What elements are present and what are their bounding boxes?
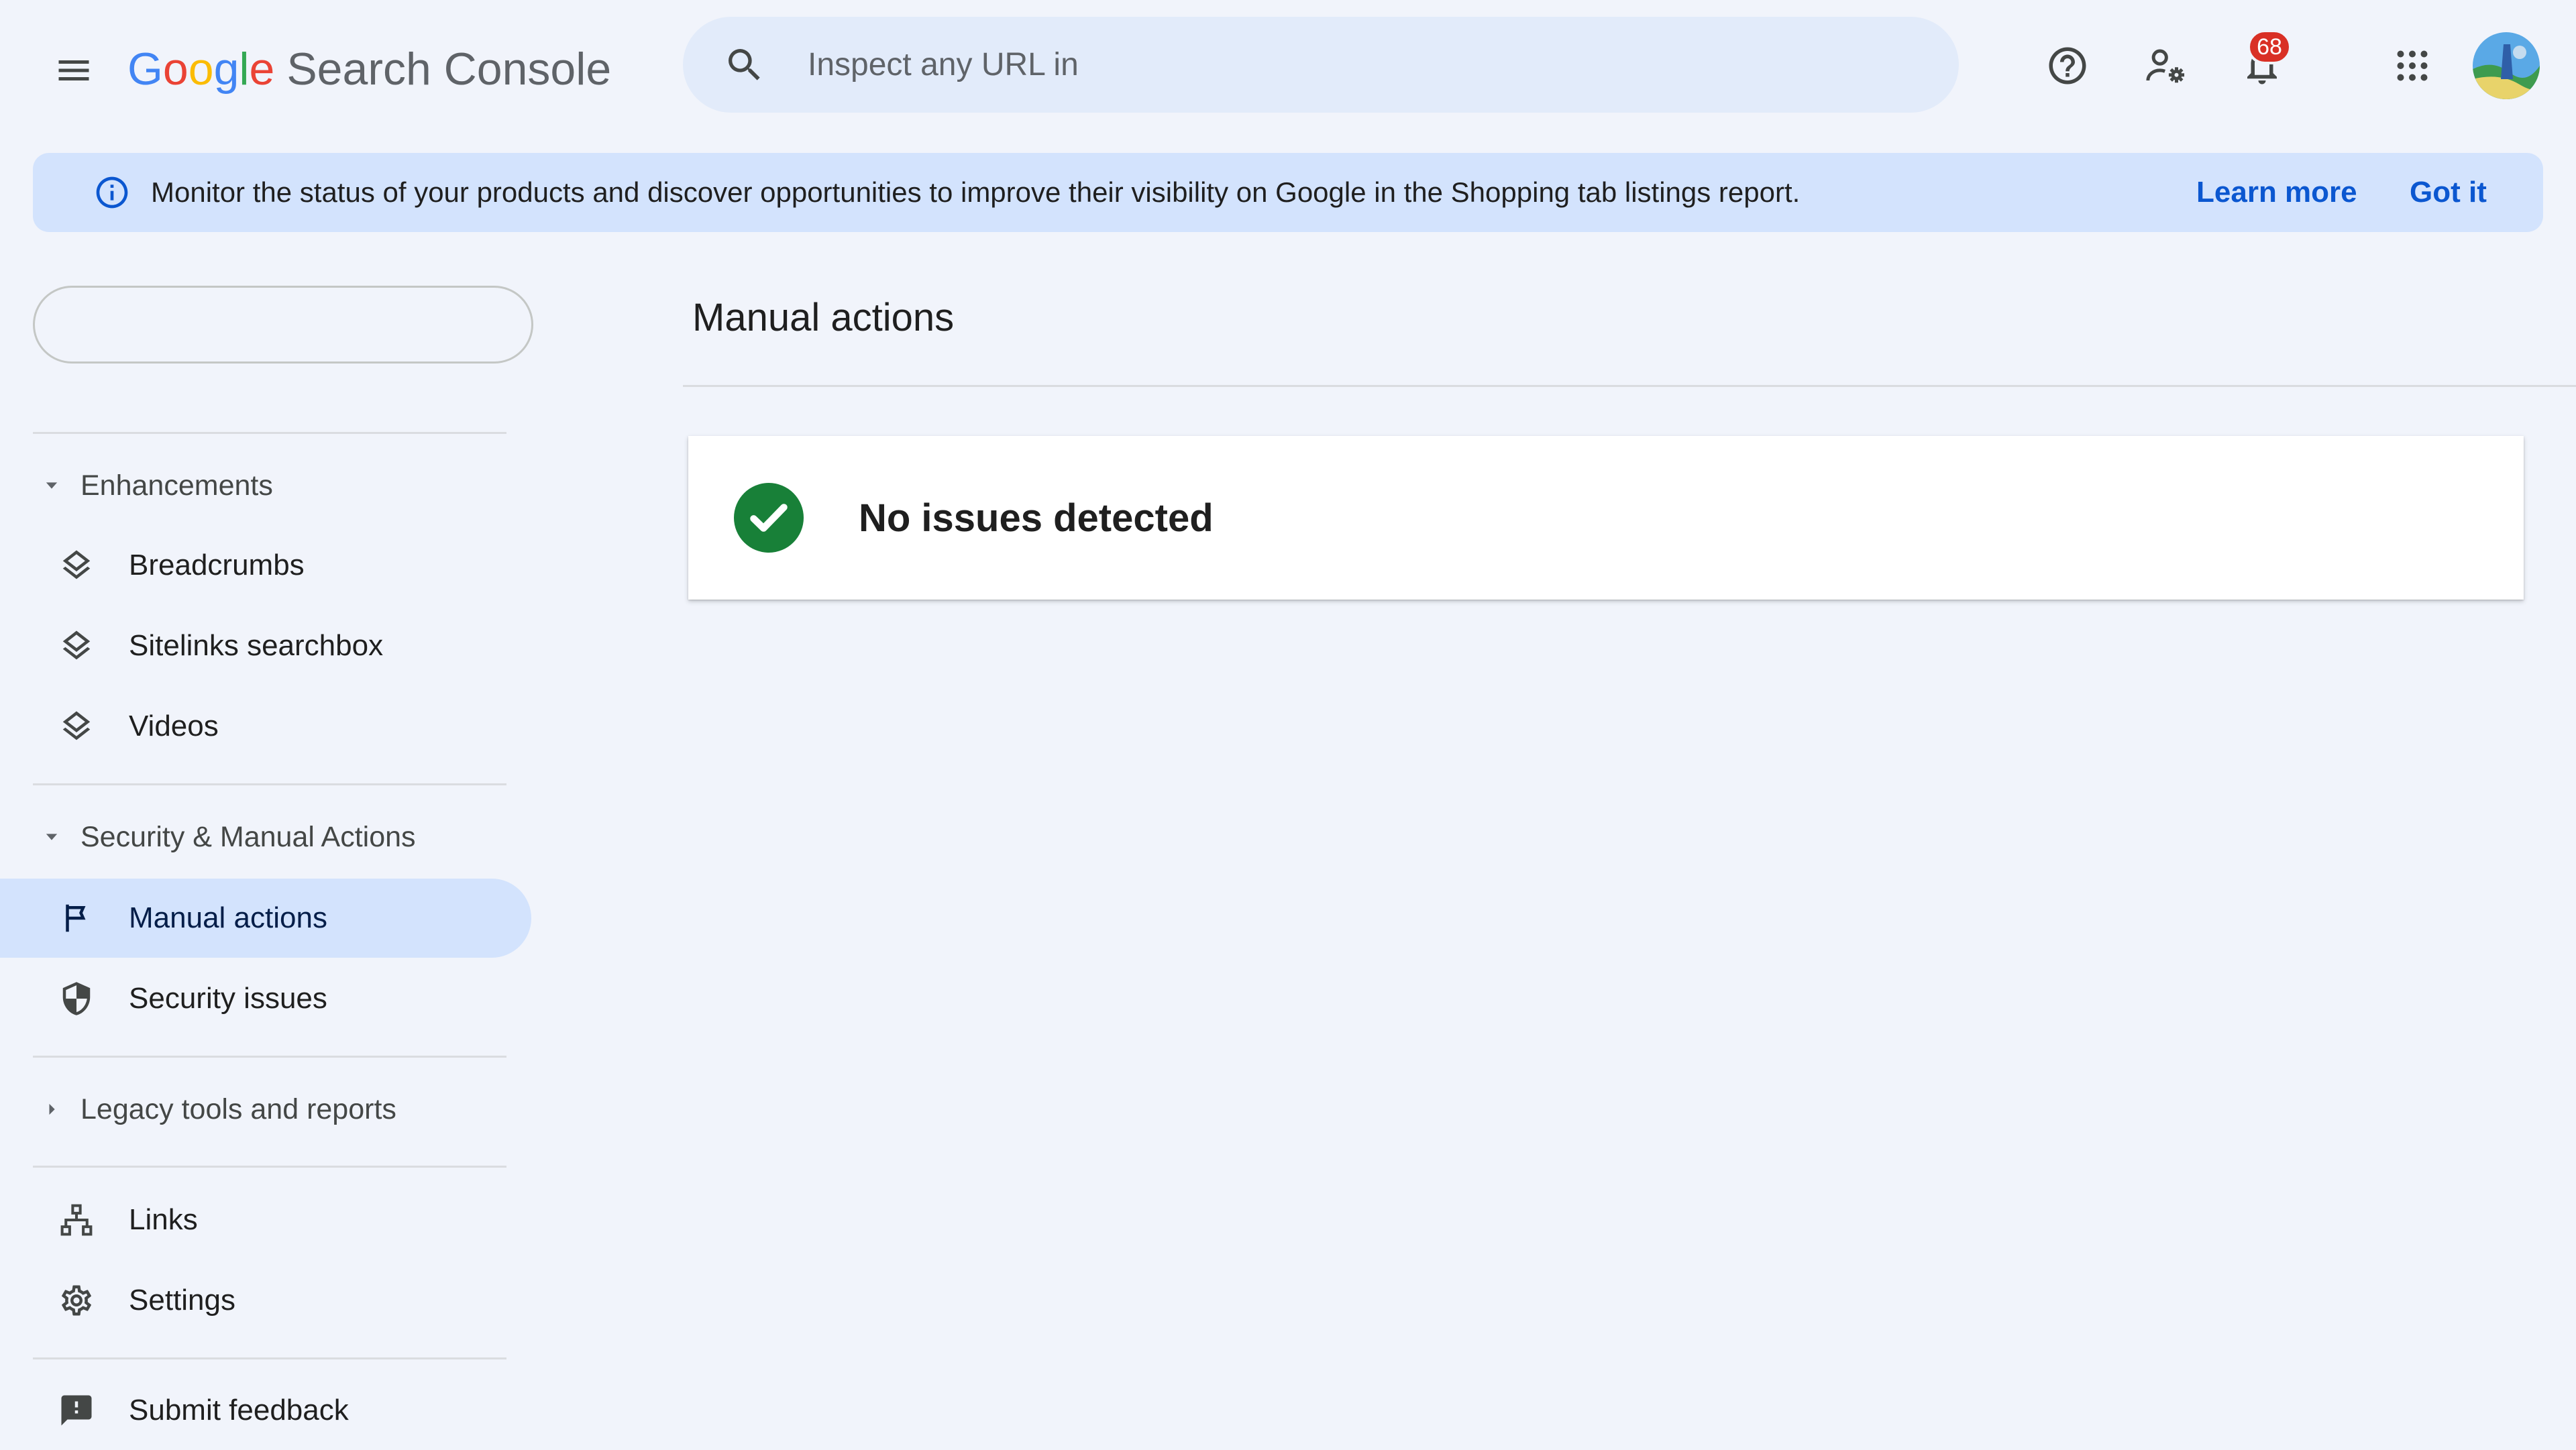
sidebar-item-sitelinks-searchbox[interactable]: Sitelinks searchbox (0, 606, 531, 685)
product-name: Search Console (286, 44, 612, 95)
got-it-button[interactable]: Got it (2410, 171, 2487, 214)
help-icon (2045, 44, 2090, 88)
layers-icon (56, 545, 97, 585)
sidebar-item-settings[interactable]: Settings (0, 1261, 531, 1340)
sidebar-item-manual-actions[interactable]: Manual actions (0, 879, 531, 958)
layers-icon (56, 706, 97, 746)
section-security-label: Security & Manual Actions (80, 820, 416, 853)
main-menu-button[interactable] (40, 37, 107, 104)
sidebar-item-label: Sitelinks searchbox (129, 629, 384, 662)
sidebar-divider (33, 1056, 506, 1058)
sidebar-divider (33, 783, 506, 785)
sidebar-item-label: Breadcrumbs (129, 549, 305, 581)
sidebar-item-links[interactable]: Links (0, 1180, 531, 1260)
sidebar-item-label: Videos (129, 710, 219, 742)
url-inspection-search[interactable]: Inspect any URL in (683, 17, 1959, 113)
sidebar-item-label: Submit feedback (129, 1394, 349, 1427)
sidebar-item-label: Links (129, 1203, 198, 1236)
admin-settings-icon (2143, 44, 2188, 88)
account-avatar[interactable] (2473, 32, 2540, 99)
section-security-manual-actions[interactable]: Security & Manual Actions (42, 810, 416, 864)
sidebar-item-security-issues[interactable]: Security issues (0, 959, 531, 1038)
sidebar-divider (33, 432, 506, 434)
search-input[interactable]: Inspect any URL in (808, 46, 1079, 83)
property-selector[interactable] (33, 286, 533, 364)
layers-icon (56, 626, 97, 666)
google-apps-button[interactable] (2379, 32, 2446, 99)
apps-grid-icon (2392, 46, 2432, 86)
caret-right-icon (42, 1099, 62, 1119)
section-legacy-tools[interactable]: Legacy tools and reports (42, 1082, 396, 1136)
sidebar-item-submit-feedback[interactable]: Submit feedback (0, 1371, 531, 1450)
sidebar-item-label: Settings (129, 1284, 235, 1317)
help-button[interactable] (2034, 32, 2101, 99)
flag-icon (56, 898, 97, 938)
notification-count-badge: 68 (2247, 30, 2292, 64)
learn-more-button[interactable]: Learn more (2196, 171, 2357, 214)
shield-icon (56, 979, 97, 1019)
sidebar-divider (33, 1357, 506, 1359)
title-divider (683, 385, 2576, 387)
caret-down-icon (42, 827, 62, 847)
sidebar-divider (33, 1166, 506, 1168)
section-legacy-label: Legacy tools and reports (80, 1093, 396, 1125)
section-enhancements[interactable]: Enhancements (42, 459, 273, 512)
check-circle-icon (734, 483, 804, 553)
feedback-icon (56, 1390, 97, 1431)
shopping-info-banner: Monitor the status of your products and … (33, 153, 2543, 232)
caret-down-icon (42, 476, 62, 496)
sidebar-item-label: Security issues (129, 982, 327, 1015)
sidebar-item-label: Manual actions (129, 901, 327, 934)
status-message: No issues detected (859, 496, 1214, 540)
info-icon (92, 172, 132, 213)
search-console-logo[interactable]: Google Search Console (127, 39, 611, 99)
sidebar-item-videos[interactable]: Videos (0, 687, 531, 766)
hamburger-menu-icon (54, 50, 94, 91)
sidebar-item-breadcrumbs[interactable]: Breadcrumbs (0, 526, 531, 605)
section-enhancements-label: Enhancements (80, 469, 273, 502)
google-wordmark: Google (127, 44, 275, 95)
manual-actions-status-card: No issues detected (688, 436, 2524, 600)
search-icon[interactable] (718, 38, 771, 92)
gear-icon (56, 1280, 97, 1321)
banner-message: Monitor the status of your products and … (151, 176, 1801, 208)
sitemap-icon (56, 1200, 97, 1240)
page-title: Manual actions (692, 296, 955, 339)
admin-settings-button[interactable] (2132, 32, 2199, 99)
